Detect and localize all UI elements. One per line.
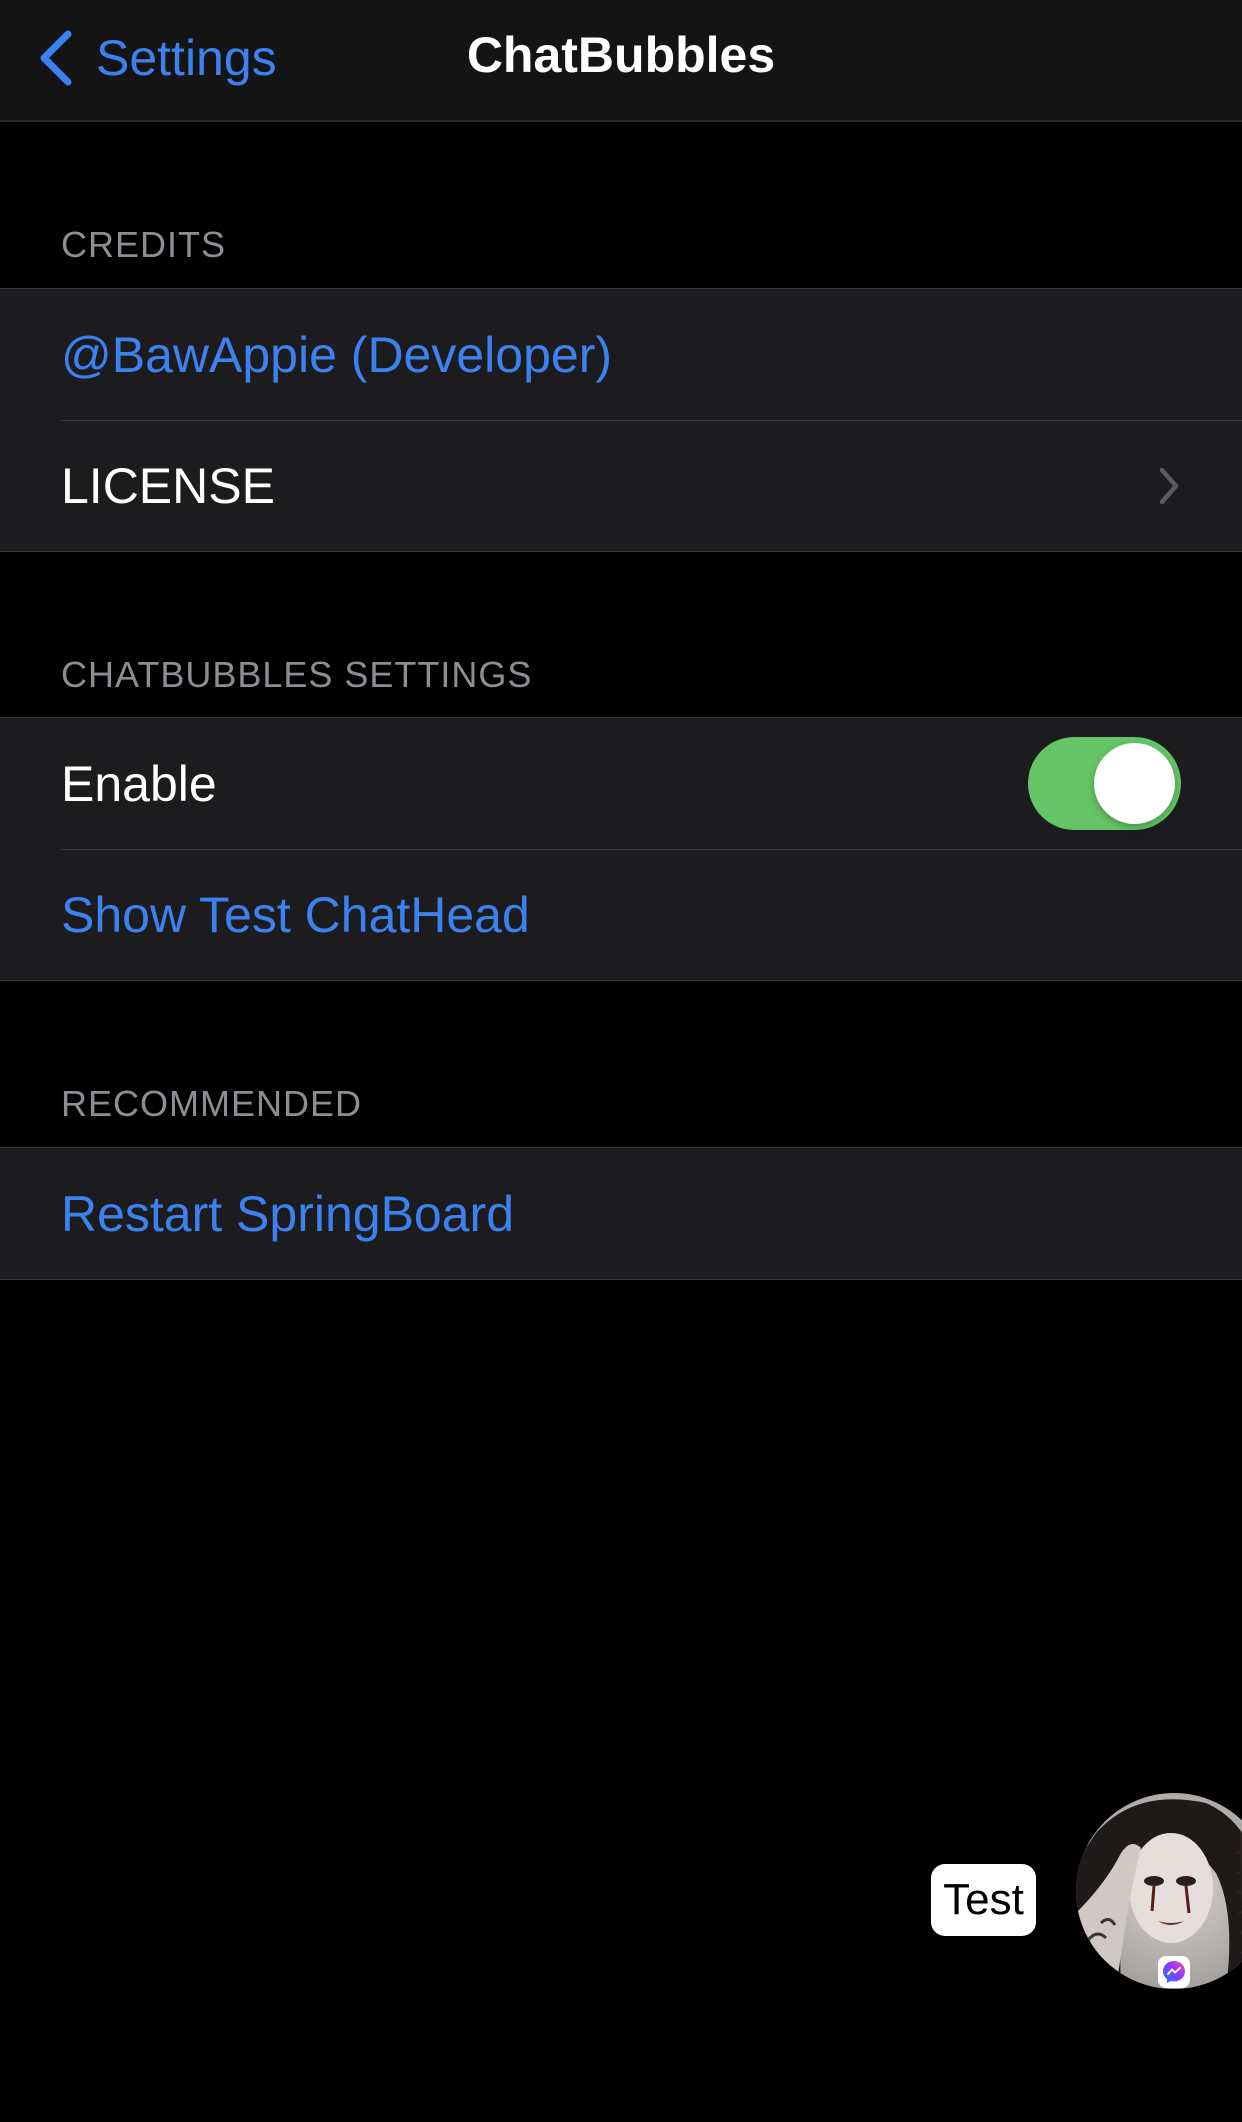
- section-header-credits: CREDITS: [61, 224, 227, 265]
- credits-group: @BawAppie (Developer) LICENSE: [0, 288, 1242, 552]
- settings-group: Enable Show Test ChatHead: [0, 717, 1242, 981]
- enable-toggle[interactable]: [1028, 737, 1181, 830]
- enable-cell: Enable: [0, 718, 1242, 849]
- section-header-recommended: RECOMMENDED: [61, 1083, 363, 1124]
- enable-label: Enable: [61, 755, 217, 812]
- chathead-message-bubble[interactable]: Test: [931, 1864, 1036, 1936]
- section-header-settings: CHATBUBBLES SETTINGS: [61, 654, 533, 695]
- recommended-group: Restart SpringBoard: [0, 1147, 1242, 1280]
- toggle-knob: [1094, 743, 1175, 824]
- restart-springboard-button[interactable]: Restart SpringBoard: [0, 1148, 1242, 1279]
- developer-link[interactable]: @BawAppie (Developer): [0, 289, 1242, 420]
- page-title: ChatBubbles: [466, 27, 776, 83]
- navigation-bar: Settings ChatBubbles: [0, 0, 1242, 122]
- messenger-icon: [1158, 1956, 1190, 1988]
- license-label: LICENSE: [61, 457, 275, 514]
- show-test-chathead-button[interactable]: Show Test ChatHead: [0, 849, 1242, 980]
- messenger-glyph: [1163, 1961, 1185, 1983]
- chevron-right-icon: [1159, 467, 1179, 505]
- license-cell[interactable]: LICENSE: [0, 420, 1242, 551]
